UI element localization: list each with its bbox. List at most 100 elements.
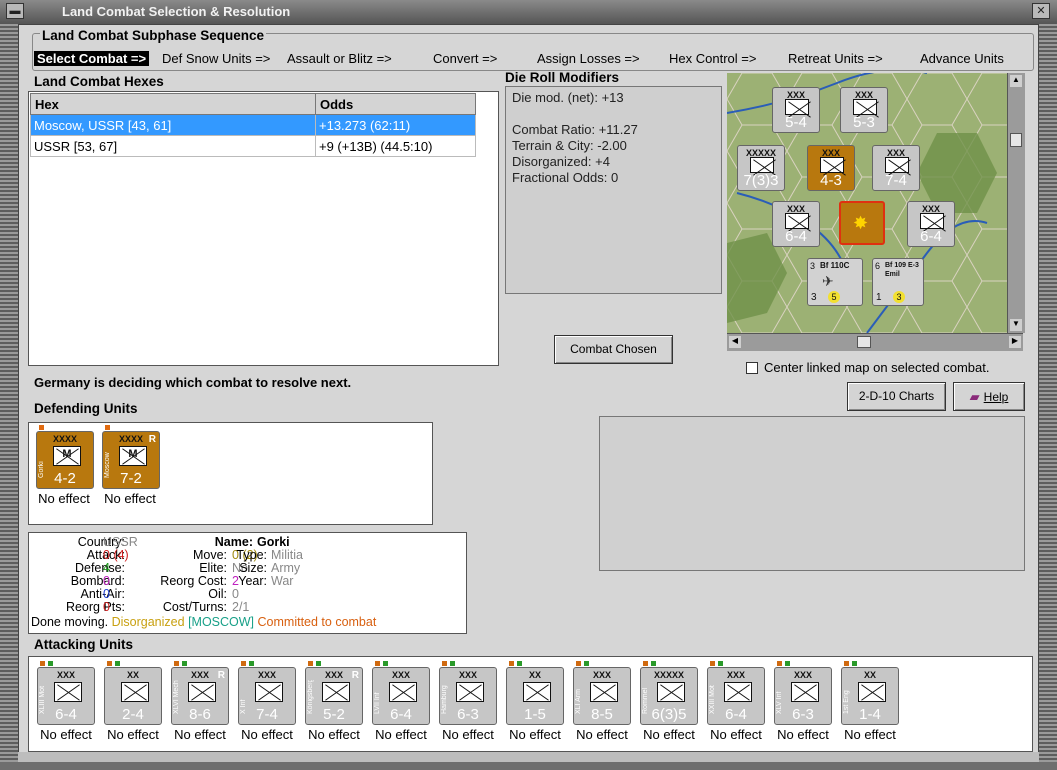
attacking-unit-counter[interactable]: XXX XLI Arm 8-5 bbox=[573, 661, 631, 725]
attacking-unit-counter[interactable]: XX 2-4 bbox=[104, 661, 162, 725]
attacking-unit-counter[interactable]: XXX Hamburg 6-3 bbox=[439, 661, 497, 725]
linked-map[interactable]: XXX 5-4 XXX 5-3 XXXXX 7(3)3 XXX 4-3 XXX … bbox=[727, 73, 1007, 333]
status-pip bbox=[777, 661, 782, 666]
phase-advance-units: Advance Units bbox=[920, 51, 1004, 66]
status-pip bbox=[105, 425, 110, 430]
charts-button[interactable]: 2-D-10 Charts bbox=[847, 382, 946, 411]
map-horizontal-scrollbar[interactable]: ◀ ▶ bbox=[727, 333, 1023, 351]
scroll-left-icon[interactable]: ◀ bbox=[729, 336, 741, 348]
status-pip bbox=[241, 661, 246, 666]
attacking-unit-counter[interactable]: XXX X Inf 7-4 bbox=[238, 661, 296, 725]
status-pip bbox=[40, 661, 45, 666]
unit-type-icon bbox=[858, 682, 886, 702]
attacking-result: No effect bbox=[308, 727, 360, 742]
right-border bbox=[1039, 24, 1057, 762]
table-row[interactable]: Moscow, USSR [43, 61] +13.273 (62:11) bbox=[30, 114, 476, 136]
odds-cell[interactable]: +9 (+13B) (44.5:10) bbox=[315, 135, 476, 157]
scroll-down-icon[interactable]: ▼ bbox=[1010, 319, 1022, 331]
info-oil: 0 bbox=[232, 587, 239, 601]
scroll-up-icon[interactable]: ▲ bbox=[1010, 75, 1022, 87]
attacking-unit-counter[interactable]: XXX XXIII Mot 6-4 bbox=[707, 661, 765, 725]
map-unit-counter[interactable]: XXX 4-3 bbox=[807, 145, 855, 191]
attacking-unit-counter[interactable]: XXX XLIII Mot 6-4 bbox=[37, 661, 95, 725]
attacking-unit-counter[interactable]: XX 1-5 bbox=[506, 661, 564, 725]
info-antiair: 0 bbox=[103, 587, 110, 601]
unit-type-icon bbox=[54, 682, 82, 702]
column-odds[interactable]: Odds bbox=[315, 93, 476, 115]
table-row[interactable]: USSR [53, 67] +9 (+13B) (44.5:10) bbox=[30, 135, 476, 157]
map-unit-counter[interactable]: XXX 7-4 bbox=[872, 145, 920, 191]
status-pip bbox=[852, 661, 857, 666]
phase-def-snow-units: Def Snow Units => bbox=[162, 51, 271, 66]
system-menu-icon[interactable]: ▬ bbox=[6, 3, 24, 19]
close-icon[interactable]: ✕ bbox=[1032, 3, 1050, 19]
status-pip bbox=[316, 661, 321, 666]
status-pip bbox=[182, 661, 187, 666]
attacking-result: No effect bbox=[107, 727, 159, 742]
battle-hex-marker[interactable]: ✸ bbox=[839, 201, 885, 245]
hexes-title: Land Combat Hexes bbox=[34, 74, 164, 89]
air-unit-counter[interactable]: Bf 109 E-3 Emil 6 1 3 bbox=[872, 258, 924, 306]
attacking-result: No effect bbox=[643, 727, 695, 742]
defending-result: No effect bbox=[104, 491, 156, 506]
map-unit-counter[interactable]: XXX 6-4 bbox=[907, 201, 955, 247]
status-pip bbox=[249, 661, 254, 666]
unit-type-icon bbox=[590, 682, 618, 702]
status-pip bbox=[576, 661, 581, 666]
odds-cell[interactable]: +13.273 (62:11) bbox=[315, 114, 476, 136]
unit-type-icon bbox=[188, 682, 216, 702]
map-unit-counter[interactable]: XXX 6-4 bbox=[772, 201, 820, 247]
unit-type-icon bbox=[389, 682, 417, 702]
defending-unit-counter[interactable]: XXXX Gorki M 4-2 bbox=[36, 425, 94, 489]
hex-cell[interactable]: Moscow, USSR [43, 61] bbox=[30, 114, 316, 136]
attacking-unit-counter[interactable]: XXX Königsberg R 5-2 bbox=[305, 661, 363, 725]
info-reorg-pts: 0 bbox=[103, 600, 110, 614]
help-book-icon: ▰ bbox=[969, 389, 980, 404]
center-map-checkbox[interactable] bbox=[746, 362, 758, 374]
modifier-terrain: Terrain & City: -2.00 bbox=[512, 138, 627, 153]
info-label: Size: bbox=[239, 561, 267, 575]
combat-chosen-button[interactable]: Combat Chosen bbox=[554, 335, 673, 364]
attacking-result: No effect bbox=[576, 727, 628, 742]
attacking-unit-counter[interactable]: XXXXX Rommel 6(3)5 bbox=[640, 661, 698, 725]
status-pip bbox=[509, 661, 514, 666]
scroll-thumb[interactable] bbox=[857, 336, 871, 348]
left-border bbox=[0, 24, 18, 762]
scroll-thumb[interactable] bbox=[1010, 133, 1022, 147]
modifier-fractional: Fractional Odds: 0 bbox=[512, 170, 619, 185]
help-button[interactable]: ▰ Help bbox=[953, 382, 1025, 411]
column-hex[interactable]: Hex bbox=[30, 93, 316, 115]
defending-unit-counter[interactable]: XXXX Moscow R M 7-2 bbox=[102, 425, 160, 489]
attacking-result: No effect bbox=[710, 727, 762, 742]
infantry-icon bbox=[853, 99, 877, 115]
center-map-label: Center linked map on selected combat. bbox=[764, 360, 990, 375]
status-pip bbox=[584, 661, 589, 666]
hex-cell[interactable]: USSR [53, 67] bbox=[30, 135, 316, 157]
subphase-title: Land Combat Subphase Sequence bbox=[40, 28, 267, 43]
combat-animation-panel bbox=[599, 416, 1025, 571]
map-unit-counter[interactable]: XXXXX 7(3)3 bbox=[737, 145, 785, 191]
attacking-unit-counter[interactable]: XX 1st Eng 1-4 bbox=[841, 661, 899, 725]
infantry-icon bbox=[820, 157, 844, 173]
infantry-icon bbox=[785, 213, 809, 229]
info-country: USSR bbox=[103, 535, 138, 549]
attacking-unit-counter[interactable]: XXX XLV Inf 6-3 bbox=[774, 661, 832, 725]
attacking-unit-counter[interactable]: XXX XLVI Mech R 8-6 bbox=[171, 661, 229, 725]
unit-type-icon bbox=[657, 682, 685, 702]
unit-type-icon bbox=[791, 682, 819, 702]
map-unit-counter[interactable]: XXX 5-3 bbox=[840, 87, 888, 133]
map-vertical-scrollbar[interactable]: ▲ ▼ bbox=[1007, 73, 1025, 333]
status-pip bbox=[383, 661, 388, 666]
window-title: Land Combat Selection & Resolution bbox=[62, 4, 291, 19]
phase-assault-blitz: Assault or Blitz => bbox=[287, 51, 392, 66]
status-pip bbox=[651, 661, 656, 666]
attacking-unit-counter[interactable]: XXX LVII Inf 6-4 bbox=[372, 661, 430, 725]
status-pip bbox=[718, 661, 723, 666]
info-label: Cost/Turns: bbox=[162, 600, 227, 614]
infantry-icon bbox=[920, 213, 944, 229]
map-unit-counter[interactable]: XXX 5-4 bbox=[772, 87, 820, 133]
info-label: Year: bbox=[238, 574, 267, 588]
air-unit-counter[interactable]: Bf 110C ✈ 3 3 5 bbox=[807, 258, 863, 306]
scroll-right-icon[interactable]: ▶ bbox=[1009, 336, 1021, 348]
infantry-icon bbox=[750, 157, 774, 173]
